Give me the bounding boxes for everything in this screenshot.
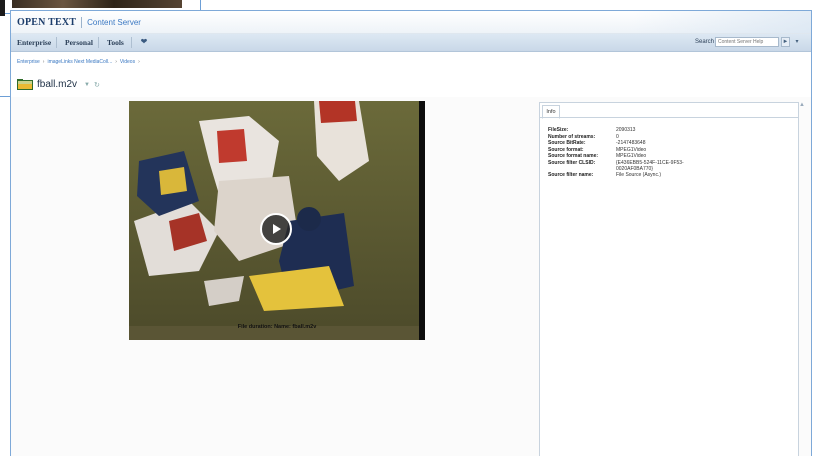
tab-underline (540, 117, 798, 118)
info-row: Number of streams: 0 (548, 134, 696, 140)
breadcrumb-separator: › (42, 59, 45, 65)
breadcrumb: Enterprise › imageLinks Next MediaColl..… (17, 59, 140, 65)
logo-divider (81, 16, 83, 28)
video-caption: File duration: Name: fball.m2v (237, 324, 317, 330)
play-icon (273, 224, 281, 234)
info-key: FileSize: (548, 127, 569, 133)
info-row: Source BitRate: -2147483648 (548, 140, 696, 146)
search-label: Search (695, 39, 715, 45)
breadcrumb-separator: › (115, 59, 117, 65)
menu-divider (131, 37, 132, 48)
menu-personal[interactable]: Personal (65, 38, 93, 47)
info-value: 2090313 (616, 127, 636, 133)
favorites-icon[interactable]: ❤ (139, 37, 149, 47)
product-name: Content Server (87, 17, 141, 27)
app-logo[interactable]: OPEN TEXT Content Server (17, 16, 141, 28)
info-value: 0 (616, 133, 619, 140)
menu-enterprise[interactable]: Enterprise (17, 38, 51, 47)
thumbnail-tab (0, 0, 5, 16)
breadcrumb-separator: › (138, 59, 140, 65)
breadcrumb-item-videos[interactable]: Videos (120, 59, 135, 65)
info-row: Source filter name: File Source (Async.) (548, 172, 696, 178)
menu-divider (98, 37, 99, 48)
panel-scroll-icon[interactable]: ▲ (799, 102, 805, 108)
info-row: Source format: MPEG1Video (548, 147, 696, 153)
info-key: Source format name: (548, 153, 599, 159)
refresh-icon[interactable]: ↻ (94, 81, 100, 89)
info-key: Source format: (548, 146, 584, 153)
page-title: fball.m2v ▼ ↻ (17, 79, 100, 90)
thumbnail-image (12, 0, 182, 8)
info-row: Source format name: MPEG1Video (548, 153, 696, 159)
content-server-window: OPEN TEXT Content Server Enterprise Pers… (10, 10, 812, 456)
video-edge (419, 101, 425, 340)
search-input[interactable] (715, 37, 779, 47)
info-key: Source filter CLSID: (548, 159, 596, 166)
info-panel: Info FileSize: 2090313 Number of streams… (539, 102, 799, 456)
info-value: -2147483648 (616, 140, 646, 146)
function-menu-icon[interactable]: ▼ (84, 82, 90, 88)
search-button[interactable]: ► (781, 37, 790, 47)
info-row: FileSize: 2090313 (548, 127, 696, 133)
video-file-icon (17, 79, 33, 90)
menu-divider (56, 37, 57, 48)
info-value: {E436EBB5-524F-11CE-9F53-0020AF0BA770} (616, 159, 684, 172)
info-value: MPEG1Video (616, 146, 647, 153)
video-player[interactable]: File duration: Name: fball.m2v (129, 101, 425, 340)
breadcrumb-item-collection[interactable]: imageLinks Next MediaColl... (47, 59, 112, 65)
page-title-text: fball.m2v (37, 79, 78, 90)
info-row: Source filter CLSID: {E436EBB5-524F-11CE… (548, 160, 696, 172)
info-key: Number of streams: (548, 133, 596, 140)
info-key: Source filter name: (548, 172, 594, 178)
play-button[interactable] (260, 213, 292, 245)
info-key: Source BitRate: (548, 140, 586, 146)
info-table: FileSize: 2090313 Number of streams: 0 S… (548, 127, 696, 179)
search-options-icon[interactable]: ▾ (793, 37, 801, 47)
info-value: MPEG1Video (616, 153, 647, 159)
menu-bar: Enterprise Personal Tools ❤ Search ► ▾ (11, 34, 811, 52)
title-decoration (631, 11, 811, 33)
brand-name: OPEN TEXT (17, 16, 77, 28)
title-bar: OPEN TEXT Content Server (11, 11, 811, 34)
menu-tools[interactable]: Tools (107, 38, 124, 47)
info-value: File Source (Async.) (616, 172, 662, 178)
breadcrumb-item-enterprise[interactable]: Enterprise (17, 59, 40, 65)
